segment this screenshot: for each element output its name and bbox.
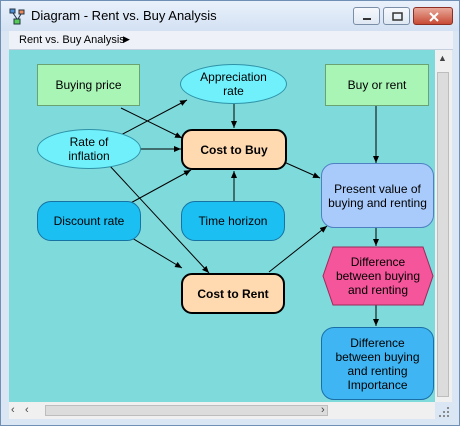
node-cost-to-buy[interactable]: Cost to Buy [181,129,287,170]
node-difference[interactable]: Difference between buying and renting [321,246,435,306]
node-rate-of-inflation[interactable]: Rate of inflation [37,129,141,169]
node-time-horizon-label: Time horizon [198,214,268,228]
node-appreciation-rate[interactable]: Appreciation rate [180,64,287,104]
horizontal-scrollbar[interactable]: ‹ ‹ › [9,402,435,419]
diagram-canvas[interactable]: Buying price Appreciation rate Buy or re… [9,50,435,402]
node-cost-to-buy-label: Cost to Buy [200,142,268,157]
node-cost-to-rent-label: Cost to Rent [197,286,269,301]
node-discount-rate-label: Discount rate [53,214,125,228]
horizontal-scroll-thumb[interactable] [45,405,328,416]
breadcrumb-arrow-icon[interactable]: ▶ [123,34,130,45]
scroll-left-icon[interactable]: ‹ [25,404,29,416]
node-discount-rate[interactable]: Discount rate [37,201,141,241]
vertical-scroll-thumb[interactable] [437,72,449,397]
node-present-value-label: Present value of buying and renting [328,181,427,210]
vertical-scrollbar[interactable]: ▲ [435,50,452,402]
scroll-up-icon[interactable]: ▲ [438,53,447,63]
arrow-discount-to-cost-to-rent [126,234,183,269]
node-buy-or-rent[interactable]: Buy or rent [325,64,429,106]
maximize-icon [392,12,403,21]
node-buy-or-rent-label: Buy or rent [347,78,407,92]
node-present-value[interactable]: Present value of buying and renting [321,163,434,228]
node-buying-price-label: Buying price [55,78,122,92]
node-cost-to-rent[interactable]: Cost to Rent [181,273,285,314]
minimize-icon [363,18,371,20]
resize-grip-icon[interactable] [437,405,451,419]
breadcrumb[interactable]: Rent vs. Buy Analysis [19,34,125,46]
diagram-window: Diagram - Rent vs. Buy Analysis Rent vs.… [0,0,460,426]
node-difference-importance[interactable]: Difference between buying and renting Im… [321,327,434,400]
window-title: Diagram - Rent vs. Buy Analysis [31,8,217,23]
title-bar[interactable]: Diagram - Rent vs. Buy Analysis [1,1,459,31]
scroll-left-icon[interactable]: ‹ [11,404,15,416]
arrow-discount-to-cost-to-buy [126,169,192,206]
minimize-button[interactable] [353,7,380,25]
node-difference-label: Difference between buying and renting [335,255,421,297]
node-time-horizon[interactable]: Time horizon [181,201,285,241]
app-diagram-icon [9,8,25,25]
node-rate-of-inflation-label: Rate of inflation [68,135,110,163]
maximize-button[interactable] [383,7,410,25]
breadcrumb-bar: Rent vs. Buy Analysis ▶ [9,31,453,50]
arrow-cost-to-buy-to-present-value [283,161,321,179]
node-appreciation-rate-label: Appreciation rate [200,70,267,98]
scroll-right-icon[interactable]: › [321,404,325,416]
close-button[interactable] [413,7,453,25]
arrow-buying-price-to-cost-to-buy [120,107,183,139]
node-difference-importance-label: Difference between buying and renting Im… [335,335,420,392]
node-buying-price[interactable]: Buying price [37,64,140,106]
close-icon [429,12,439,22]
